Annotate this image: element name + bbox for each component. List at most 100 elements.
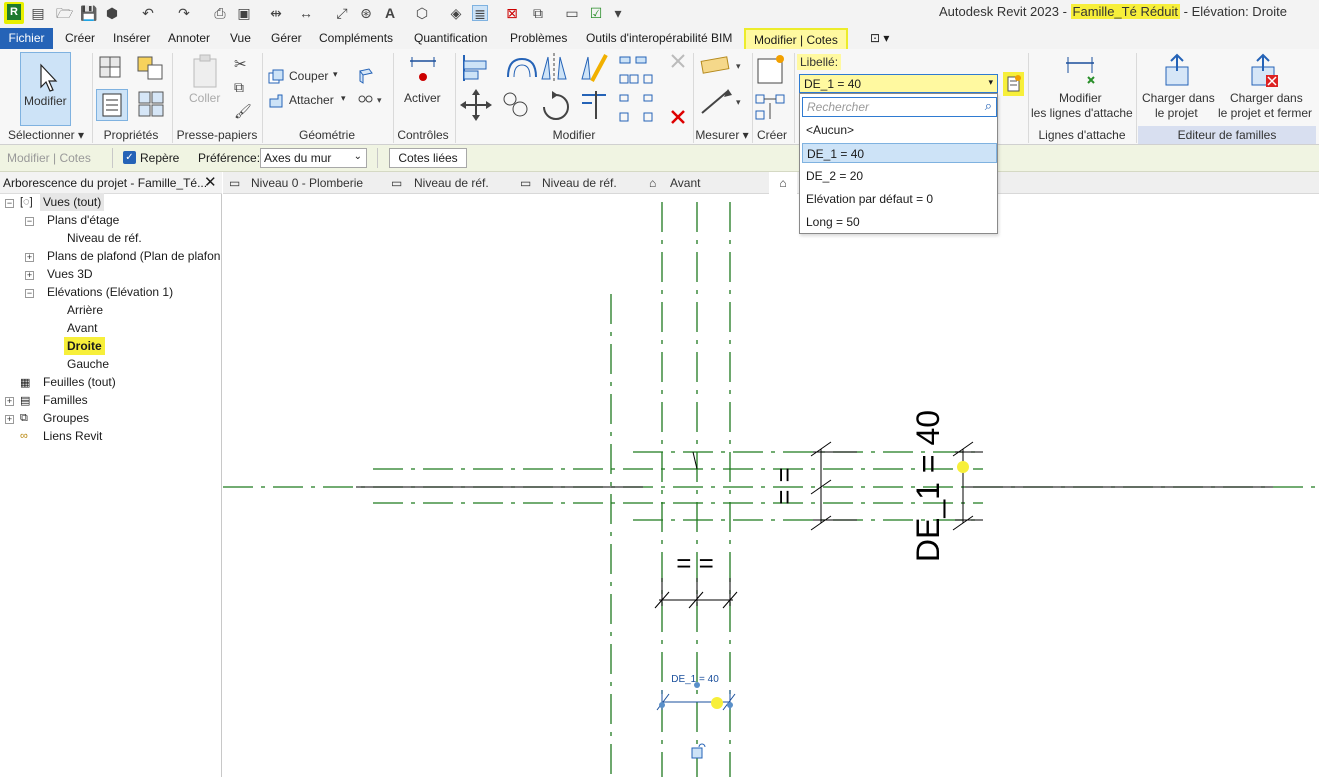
type-properties-icon[interactable]	[96, 55, 126, 81]
tree-plans-plafond[interactable]: Plans de plafond (Plan de plafon	[47, 247, 220, 265]
tree-groupes[interactable]: Groupes	[43, 409, 89, 427]
activate-controls-icon[interactable]	[406, 53, 440, 89]
wall-joins-icon[interactable]	[357, 67, 375, 85]
tag-icon[interactable]: ⊛	[358, 5, 374, 21]
dropdown-item-long[interactable]: Long = 50	[802, 212, 997, 232]
match-properties-icon[interactable]: 🖌	[234, 103, 252, 121]
tab-gerer[interactable]: Gérer	[263, 28, 310, 49]
tree-feuilles[interactable]: Feuilles (tout)	[43, 373, 116, 391]
tree-liens-revit[interactable]: Liens Revit	[43, 427, 102, 445]
activer-button[interactable]: Activer	[404, 91, 441, 105]
dropdown-search-input[interactable]: Rechercher ⌕	[802, 97, 997, 117]
tab-modifier-cotes[interactable]: Modifier | Cotes	[744, 28, 848, 49]
expand-plans-plafond-icon[interactable]: +	[25, 253, 34, 262]
revit-logo[interactable]: R	[4, 2, 24, 24]
view-tab-niveau-ref-1[interactable]: Niveau de réf.	[414, 172, 489, 194]
tree-vues-3d[interactable]: Vues 3D	[47, 265, 93, 283]
open-icon[interactable]: 🗁	[56, 5, 73, 21]
load-and-close-icon[interactable]	[1246, 53, 1280, 89]
modifier-lignes-button[interactable]: Modifier	[1059, 91, 1102, 105]
copy-icon[interactable]: ⧉	[234, 79, 252, 97]
charger-projet-button[interactable]: Charger dans	[1142, 91, 1215, 105]
dimension-grip-right[interactable]	[727, 702, 733, 708]
tree-familles[interactable]: Familles	[43, 391, 88, 409]
tab-problemes[interactable]: Problèmes	[502, 28, 575, 49]
attacher-button[interactable]: Attacher	[289, 93, 334, 107]
tree-droite[interactable]: Droite	[64, 337, 105, 355]
edit-witness-lines-icon[interactable]	[1058, 53, 1102, 89]
expand-groupes-icon[interactable]: +	[5, 415, 14, 424]
join-geometry-icon[interactable]	[268, 93, 284, 109]
tree-plans-etage[interactable]: Plans d'étage	[47, 211, 119, 229]
expand-vues-3d-icon[interactable]: +	[25, 271, 34, 280]
view-tab-plomberie[interactable]: Niveau 0 - Plomberie	[251, 172, 363, 194]
view-tab-niveau-ref-2[interactable]: Niveau de réf.	[542, 172, 617, 194]
panel-selectionner[interactable]: Sélectionner ▾	[4, 126, 88, 144]
tree-gauche[interactable]: Gauche	[67, 355, 109, 373]
libelle-dropdown-list[interactable]: Rechercher ⌕ <Aucun> DE_1 = 40 DE_2 = 20…	[799, 93, 998, 234]
tab-fichier[interactable]: Fichier	[0, 28, 53, 49]
pdf-icon[interactable]: ▣	[236, 5, 252, 21]
expand-familles-icon[interactable]: +	[5, 397, 14, 406]
undo-icon[interactable]: ↶	[140, 5, 156, 21]
expand-elevations-icon[interactable]: −	[25, 289, 34, 298]
cotes-liees-button[interactable]: Cotes liées	[389, 148, 467, 168]
close-icon[interactable]: ✕	[204, 173, 217, 191]
close-hidden-icon[interactable]: ⊠	[504, 5, 520, 21]
customize-qat-icon[interactable]: ▾	[610, 5, 626, 21]
dropdown-item-elevation-defaut[interactable]: Elévation par défaut = 0	[802, 189, 997, 209]
panel-mesurer[interactable]: Mesurer ▾	[694, 126, 750, 144]
text-icon[interactable]: A	[382, 5, 398, 21]
dropdown-item-aucun[interactable]: <Aucun>	[802, 120, 997, 140]
charger-fermer-button[interactable]: Charger dans	[1230, 91, 1303, 105]
preference-select[interactable]: Axes du mur ⌄	[260, 148, 367, 168]
modifier-button[interactable]: Modifier	[20, 52, 71, 126]
dimension-tool-icon[interactable]: ⇹	[268, 5, 284, 21]
couper-dropdown-icon[interactable]: ▾	[333, 69, 338, 80]
cut-icon[interactable]: ✂	[234, 55, 252, 73]
dropdown-item-de2[interactable]: DE_2 = 20	[802, 166, 997, 186]
print-icon[interactable]: ⎙	[212, 5, 228, 21]
tab-vue[interactable]: Vue	[222, 28, 259, 49]
elevation-drawing[interactable]: = = DE_1 = 40 = = DE_1 = 40	[223, 194, 1319, 777]
aligned-dimension-icon[interactable]: ⤢	[334, 5, 350, 21]
measure-bar-icon[interactable]: ▭	[564, 5, 580, 21]
tab-quantification[interactable]: Quantification	[406, 28, 495, 49]
cut-geometry-icon[interactable]	[268, 69, 284, 85]
3d-view-icon[interactable]: ⬡	[414, 5, 430, 21]
label-params-button[interactable]	[1003, 72, 1024, 96]
big-dimension-label[interactable]: DE_1 = 40	[910, 410, 946, 562]
drawing-canvas[interactable]: = = DE_1 = 40 = = DE_1 = 40	[223, 194, 1319, 777]
sync-icon[interactable]: ⬢	[104, 5, 120, 21]
expand-vues-icon[interactable]: −	[5, 199, 14, 208]
repere-checkbox[interactable]: ✓	[123, 151, 136, 164]
tab-inserer[interactable]: Insérer	[105, 28, 158, 49]
lock-icon[interactable]	[691, 747, 703, 759]
paste-icon[interactable]	[188, 53, 222, 93]
switch-windows-icon[interactable]: ⧉	[530, 5, 546, 21]
libelle-dropdown-icon[interactable]: ▾	[988, 77, 993, 88]
tab-interoperabilite[interactable]: Outils d'interopérabilité BIM	[578, 28, 740, 49]
select-icon[interactable]: ☑	[588, 5, 604, 21]
view-tab-avant[interactable]: Avant	[670, 172, 700, 194]
search-icon[interactable]: ⌕	[985, 98, 992, 114]
tree-arriere[interactable]: Arrière	[67, 301, 103, 319]
section-icon[interactable]: ◈	[448, 5, 464, 21]
expand-plans-etage-icon[interactable]: −	[25, 217, 34, 226]
tab-annoter[interactable]: Annoter	[160, 28, 218, 49]
family-category-icon[interactable]	[136, 89, 166, 119]
save-icon[interactable]: 💾	[80, 5, 97, 21]
couper-button[interactable]: Couper	[289, 69, 328, 83]
dimension-grip-left[interactable]	[659, 702, 665, 708]
tree-avant[interactable]: Avant	[67, 319, 97, 337]
tree-elevations[interactable]: Elévations (Elévation 1)	[47, 283, 173, 301]
tree-niveau-ref[interactable]: Niveau de réf.	[67, 229, 142, 247]
tab-complements[interactable]: Compléments	[311, 28, 401, 49]
split-face-icon[interactable]: ▾	[357, 91, 385, 109]
tree-vues-tout[interactable]: Vues (tout)	[40, 193, 105, 211]
load-into-project-icon[interactable]	[1160, 53, 1194, 89]
properties-button[interactable]	[96, 89, 128, 121]
thin-lines-icon[interactable]: ≣	[472, 5, 488, 22]
dimension-text-grip[interactable]	[694, 682, 700, 688]
ribbon-display-toggle[interactable]: ⊡ ▾	[862, 28, 897, 49]
